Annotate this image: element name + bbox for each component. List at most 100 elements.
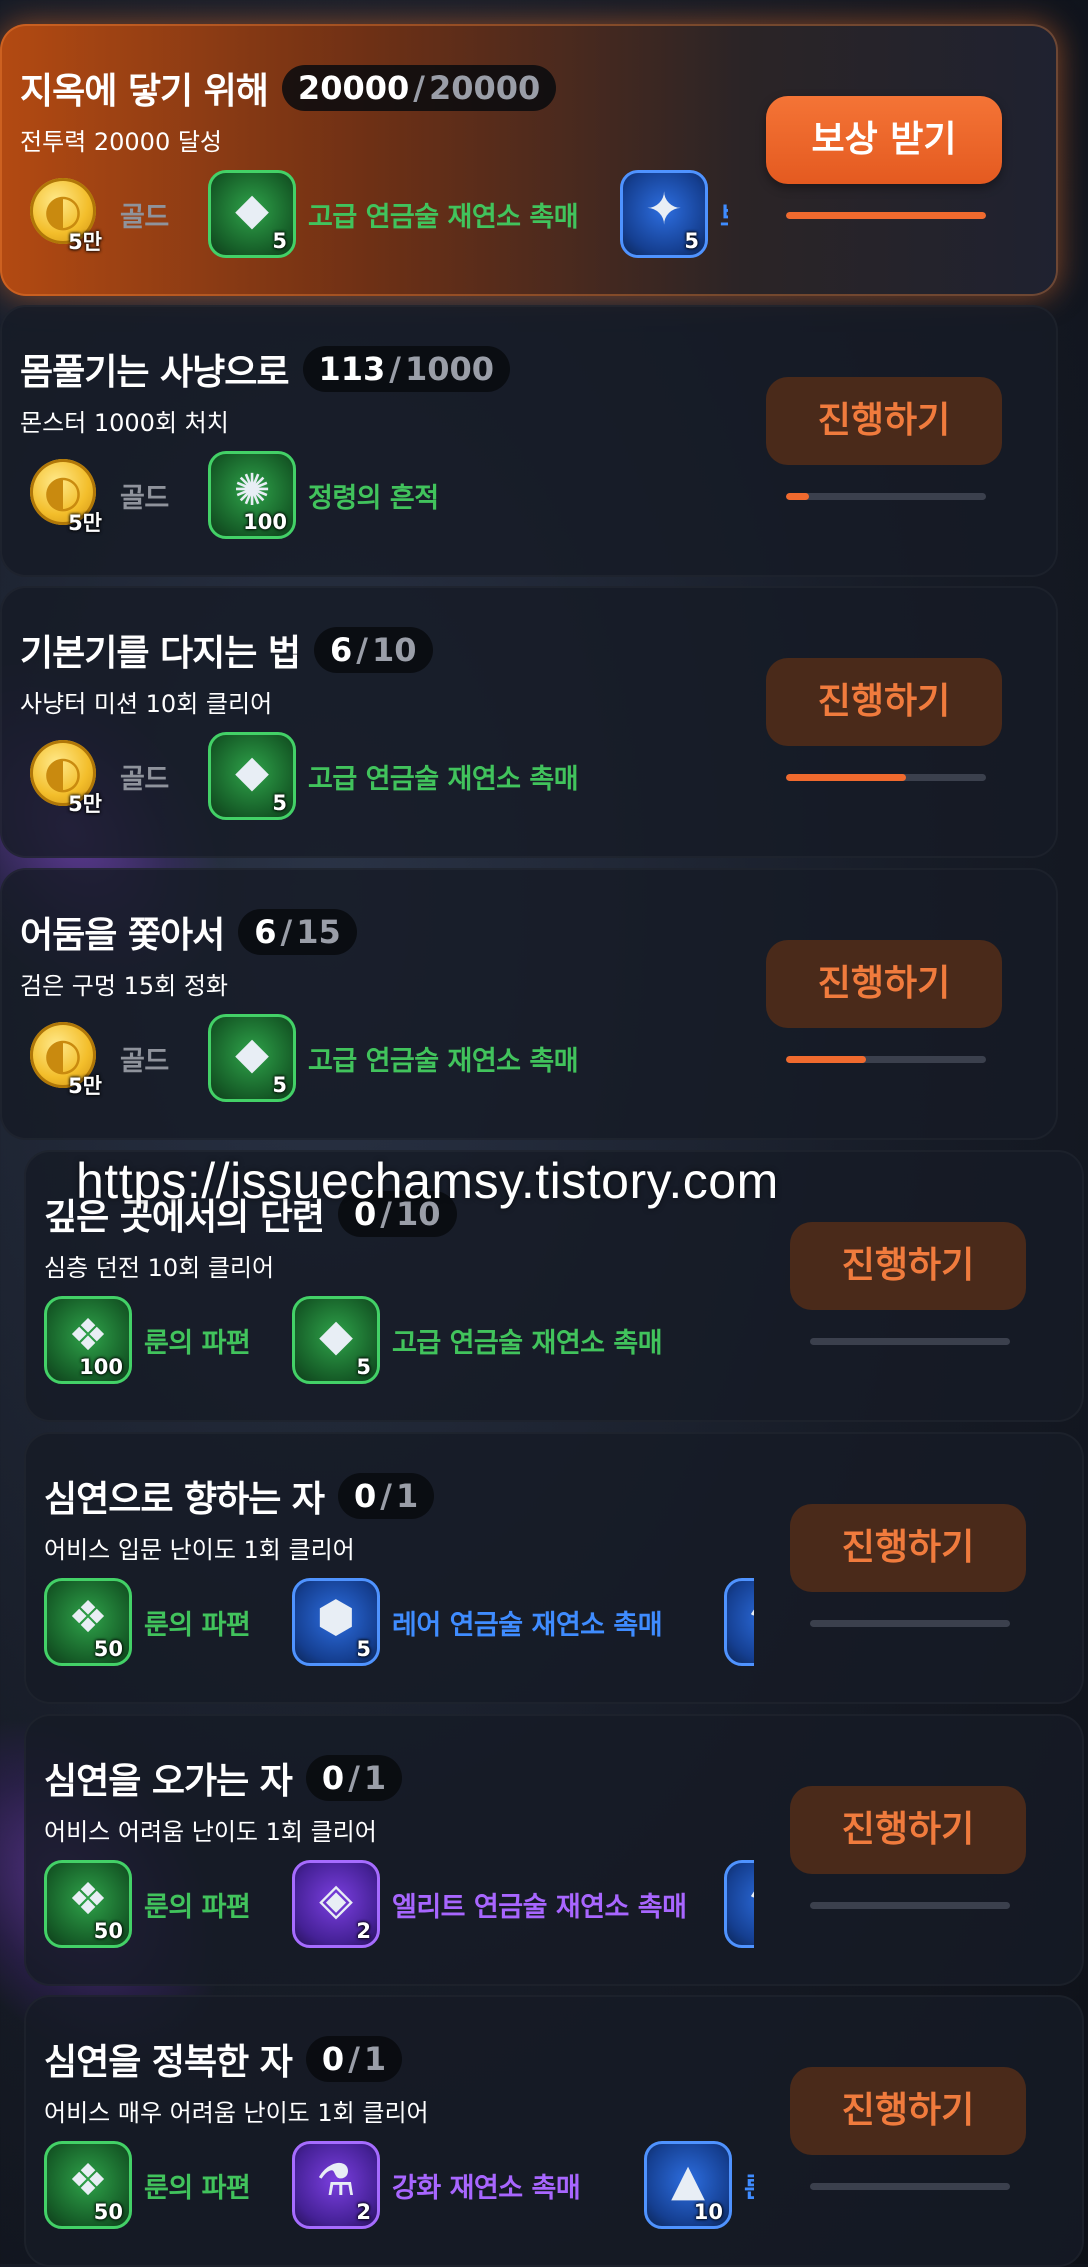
reward-item[interactable]: ▲10 룬 재 — [644, 2139, 754, 2231]
mission-description: 몬스터 1000회 처치 — [20, 409, 229, 437]
progress-bar — [810, 2183, 1010, 2190]
progress-max: 10 — [371, 631, 417, 669]
mission-title-row: 기본기를 다지는 법 6/10 — [20, 624, 433, 676]
gold-coin-icon: ◐ 5만 — [20, 170, 108, 258]
reward-label: 고급 연금술 재연소 촉매 — [392, 1327, 663, 1359]
reward-label: 정령의 흔적 — [308, 482, 439, 514]
reward-item[interactable]: ❖ 50 룬의 파편 — [44, 1858, 251, 1950]
reward-quantity: 50 — [93, 1919, 123, 1943]
watermark-text: https://issuechamsy.tistory.com — [76, 1153, 779, 1209]
progress-current: 20000 — [297, 69, 410, 107]
rune-fragment-icon: ❖ 50 — [44, 1860, 132, 1948]
progress-bar — [786, 1056, 986, 1063]
reward-label: 골드 — [120, 482, 169, 514]
reward-item[interactable]: ✦5 보 — [620, 168, 728, 260]
reward-label: 룬의 파편 — [144, 1609, 251, 1641]
mission-description: 심층 던전 10회 클리어 — [44, 1254, 275, 1282]
mission-title: 심연을 정복한 자 — [44, 2042, 293, 2083]
proceed-button[interactable]: 진행하기 — [790, 1222, 1026, 1310]
icon-glyph: ⚗ — [727, 1869, 754, 1931]
reward-quantity: 2 — [356, 1919, 371, 1943]
icon-glyph: ⚗ — [727, 1587, 754, 1649]
progress-separator: / — [413, 69, 425, 107]
reward-quantity: 5 — [684, 229, 699, 253]
rune-fragment-icon: ❖ 50 — [44, 2141, 132, 2229]
mission-card: 심연을 오가는 자 0/1 어비스 어려움 난이도 1회 클리어 ❖ 50 룬의 파편 ◈ 2… — [24, 1714, 1084, 1986]
reward-quantity: 100 — [243, 510, 287, 534]
reward-item[interactable]: ◐ 5만 골드 — [20, 449, 169, 541]
progress-max: 20000 — [428, 69, 541, 107]
progress-bar — [810, 1620, 1010, 1627]
reward-quantity: 5만 — [68, 230, 102, 254]
reward-label: 고급 연금술 재연소 촉매 — [308, 763, 579, 795]
progress-separator: / — [356, 631, 368, 669]
proceed-button[interactable]: 진행하기 — [766, 658, 1002, 746]
reward-label: 보 — [720, 195, 728, 234]
progress-separator: / — [389, 350, 401, 388]
reward-list: ◐ 5만 골드 ◆ 5 고급 연금술 재연소 촉매 — [20, 1012, 728, 1108]
reward-label: 골드 — [120, 763, 169, 795]
reward-label: 골드 — [120, 1045, 169, 1077]
reward-item[interactable]: ⬢ 5 레어 연금술 재연소 촉매 — [292, 1576, 663, 1668]
progress-max: 1000 — [404, 350, 495, 388]
mission-title: 기본기를 다지는 법 — [20, 633, 301, 674]
potion-vial-icon: ⚗ — [724, 1578, 754, 1666]
gold-coin-icon: ◐ 5만 — [20, 1014, 108, 1102]
reward-item[interactable]: ❖ 50 룬의 파편 — [44, 2139, 251, 2231]
proceed-button[interactable]: 진행하기 — [790, 1504, 1026, 1592]
reward-item[interactable]: ◆ 5 고급 연금술 재연소 촉매 — [208, 730, 579, 822]
mission-title-row: 지옥에 닿기 위해 20000/20000 — [20, 62, 557, 114]
reward-item[interactable]: ◈ 2 엘리트 연금술 재연소 촉매 — [292, 1858, 687, 1950]
reward-quantity: 100 — [79, 1355, 123, 1379]
reward-label: 고급 연금술 재연소 촉매 — [308, 1045, 579, 1077]
proceed-button[interactable]: 진행하기 — [790, 1786, 1026, 1874]
mission-title-row: 몸풀기는 사냥으로 113/1000 — [20, 343, 511, 395]
reward-item[interactable]: ◐ 5만 골드 — [20, 1012, 169, 1104]
mission-description: 어비스 매우 어려움 난이도 1회 클리어 — [44, 2099, 429, 2127]
reward-quantity: 5 — [356, 1355, 371, 1379]
reward-item[interactable]: ◆ 5 고급 연금술 재연소 촉매 — [208, 1012, 579, 1104]
reward-item[interactable]: ⚗ 2 강화 재연소 촉매 — [292, 2139, 581, 2231]
progress-max: 1 — [363, 1759, 387, 1797]
elite-catalyst-icon: ◈ 2 — [292, 1860, 380, 1948]
reward-item[interactable]: ⚗ — [724, 1858, 754, 1950]
reward-quantity: 50 — [93, 2200, 123, 2224]
progress-bar-fill — [786, 493, 809, 500]
reward-label: 룬 재 — [744, 2166, 754, 2205]
reward-item[interactable]: ✺ 100 정령의 흔적 — [208, 449, 439, 541]
progress-current: 6 — [254, 913, 277, 951]
potion-vial-icon: ⚗ — [724, 1860, 754, 1948]
mission-card: 심연으로 향하는 자 0/1 어비스 입문 난이도 1회 클리어 ❖ 50 룬의 파편 ⬢ 5… — [24, 1432, 1084, 1704]
gold-coin-icon: ◐ 5만 — [20, 732, 108, 820]
reward-item[interactable]: ◐ 5만 골드 — [20, 730, 169, 822]
reward-item[interactable]: ⚗ — [724, 1576, 754, 1668]
progress-current: 6 — [330, 631, 353, 669]
mission-card: 몸풀기는 사냥으로 113/1000 몬스터 1000회 처치 ◐ 5만 골드 ✺ 100 정령… — [0, 305, 1058, 577]
reward-item[interactable]: ❖ 50 룬의 파편 — [44, 1576, 251, 1668]
proceed-button[interactable]: 진행하기 — [766, 377, 1002, 465]
claim-reward-button[interactable]: 보상 받기 — [766, 96, 1002, 184]
mission-description: 검은 구멍 15회 정화 — [20, 972, 228, 1000]
mission-card: 심연을 정복한 자 0/1 어비스 매우 어려움 난이도 1회 클리어 ❖ 50 룬의 파… — [24, 1995, 1084, 2267]
reward-item[interactable]: ◆ 5 고급 연금술 재연소 촉매 — [208, 168, 579, 260]
reward-quantity: 5 — [272, 1073, 287, 1097]
reward-list: ◐ 5만 골드 ✺ 100 정령의 흔적 — [20, 449, 728, 545]
progress-count-badge: 20000/20000 — [281, 65, 557, 111]
reward-item[interactable]: ◆ 5 고급 연금술 재연소 촉매 — [292, 1294, 663, 1386]
mission-title: 심연으로 향하는 자 — [44, 1479, 325, 1520]
reward-quantity: 5만 — [68, 1074, 102, 1098]
reward-label: 레어 연금술 재연소 촉매 — [392, 1609, 663, 1641]
reward-label: 골드 — [120, 201, 169, 233]
mission-title-row: 심연을 정복한 자 0/1 — [44, 2033, 403, 2085]
proceed-button[interactable]: 진행하기 — [790, 2067, 1026, 2155]
mission-card: 지옥에 닿기 위해 20000/20000 전투력 20000 달성 ◐ 5만 골드 ◆ 5 고… — [0, 24, 1058, 296]
reward-item[interactable]: ❖ 100 룬의 파편 — [44, 1294, 251, 1386]
reward-list: ◐ 5만 골드 ◆ 5 고급 연금술 재연소 촉매 — [20, 730, 728, 826]
progress-count-badge: 0/1 — [305, 1755, 403, 1801]
proceed-button[interactable]: 진행하기 — [766, 940, 1002, 1028]
progress-count-badge: 6/15 — [238, 909, 357, 955]
progress-max: 1 — [395, 1477, 419, 1515]
reward-item[interactable]: ◐ 5만 골드 — [20, 168, 169, 260]
gold-coin-icon: ◐ 5만 — [20, 451, 108, 539]
reward-label: 강화 재연소 촉매 — [392, 2172, 581, 2204]
